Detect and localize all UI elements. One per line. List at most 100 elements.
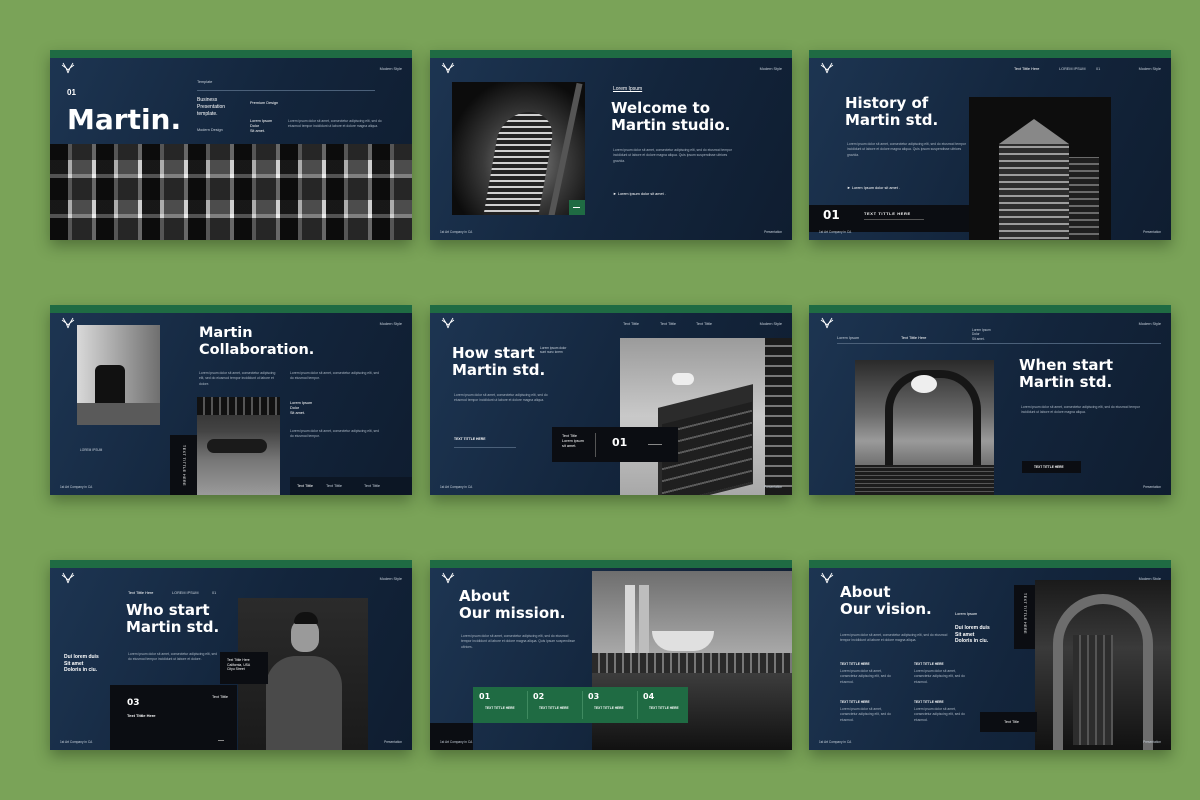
tab-2[interactable]: Text Tittle <box>326 484 342 489</box>
slide-title: When start Martin std. <box>1019 356 1114 392</box>
footer-right: Presentation <box>384 739 402 744</box>
top-green-bar <box>50 560 412 568</box>
step-4[interactable]: 04 TEXT TITTLE HERE <box>643 692 679 710</box>
side-text: Dui lorem duis Sit amet Doloris in ciu. <box>64 654 99 673</box>
box-divider <box>595 433 596 457</box>
antler-logo-icon <box>60 62 76 74</box>
nav-item-2[interactable]: LOREM IPSUM <box>1059 67 1086 72</box>
footer-right: Presentation <box>764 229 782 234</box>
step-3[interactable]: 03 TEXT TITTLE HERE <box>588 692 624 710</box>
nav-item-3[interactable]: 01 <box>212 591 216 596</box>
arrow-icon <box>648 444 662 445</box>
slide-collaboration[interactable]: Modern Style Martin Collaboration. Lorem… <box>50 305 412 495</box>
nav-item-2[interactable]: Text Tittle <box>660 322 676 327</box>
item-title: TEXT TITTLE HERE <box>914 662 944 666</box>
step-title: TEXT TITTLE HERE <box>485 706 515 711</box>
slide-title: About Our mission. <box>459 587 566 623</box>
lorem-ipsum-label: LOREM IPSUM <box>80 448 103 452</box>
box-lines: Text Title Lorem ipsum sit amet. <box>562 434 584 449</box>
card-lines: Text Tittle Here California, USA Cityu S… <box>227 658 251 672</box>
body-paragraph: Lorem ipsum dolor sit amet, consectetur … <box>847 142 966 157</box>
antler-logo-icon <box>819 62 835 74</box>
tower-photo <box>452 82 585 215</box>
box-right: Text Tittle <box>212 695 229 699</box>
step-title: TEXT TITTLE HERE <box>594 706 624 711</box>
boots-photo <box>77 325 160 425</box>
tab-1[interactable]: Text Tittle <box>297 484 313 489</box>
nav-item-1[interactable]: Text Tittle <box>623 322 639 327</box>
antler-logo-icon <box>819 317 835 329</box>
text-title-box: Text Title <box>980 712 1037 732</box>
top-green-bar <box>809 50 1171 58</box>
nav-item-1[interactable]: Text Tittle Here <box>1014 67 1039 72</box>
slide-cover[interactable]: Modern Style 01 Martin. Template Busines… <box>50 50 412 240</box>
footer-right: Presentation <box>764 484 782 489</box>
item-title: TEXT TITTLE HERE <box>840 700 870 704</box>
nav-item-1[interactable]: Text Tittle Here <box>128 591 153 596</box>
nav-item-3[interactable]: Lorem Ipsum Dolor Sit amet. <box>972 328 991 341</box>
arrow-icon <box>218 740 224 741</box>
footer-left: 1st Art Company in CA <box>819 739 852 744</box>
bullet-text: Lorem Ipsum dolor sit amet . <box>851 186 900 190</box>
item-title: TEXT TITTLE HERE <box>914 700 944 704</box>
antler-logo-icon <box>819 572 835 584</box>
top-green-bar <box>50 50 412 58</box>
style-label: Modern Style <box>379 67 402 71</box>
style-label: Modern Style <box>759 322 782 326</box>
tab-3[interactable]: Text Tittle <box>364 484 380 489</box>
slide-vision[interactable]: Modern Style About Our vision. Lorem Ips… <box>809 560 1171 750</box>
corner-block <box>430 723 473 750</box>
style-label: Modern Style <box>1138 322 1161 326</box>
antler-logo-icon <box>60 572 76 584</box>
slide-mission[interactable]: About Our mission. Lorem ipsum dolor sit… <box>430 560 792 750</box>
top-green-bar <box>430 50 792 58</box>
body-paragraph: Lorem ipsum dolor sit amet, consectetur … <box>128 652 217 662</box>
step-2[interactable]: 02 TEXT TITTLE HERE <box>533 692 569 710</box>
divider <box>197 90 375 91</box>
slide-who-start[interactable]: Text Tittle Here LOREM IPSUM 01 Modern S… <box>50 560 412 750</box>
kicker: Lorem Ipsum <box>955 612 978 616</box>
nav-item-1[interactable]: Lorem Ipsum <box>837 336 859 341</box>
slide-when-start[interactable]: Lorem Ipsum Text Tittle Here Lorem Ipsum… <box>809 305 1171 495</box>
lorem-lines: Lorem Ipsum Dolor Sit amet. <box>250 119 273 134</box>
step-divider <box>637 691 638 719</box>
step-1[interactable]: 01 TEXT TITTLE HERE <box>479 692 515 710</box>
nav-item-2[interactable]: LOREM IPSUM <box>172 591 199 596</box>
antler-logo-icon <box>440 317 456 329</box>
box-number: 01 <box>823 208 840 222</box>
slide-title: History of Martin std. <box>845 94 939 130</box>
vision-item-2: TEXT TITTLE HERE Lorem ipsum dolor sit a… <box>914 662 972 685</box>
step-number: 01 <box>479 692 491 701</box>
nav-item-3[interactable]: Text Tittle <box>696 322 712 327</box>
intro-paragraph: Lorem ipsum dolor sit amet, consectetur … <box>288 119 382 129</box>
nav-item-3[interactable]: 01 <box>1096 67 1100 72</box>
step-divider <box>582 691 583 719</box>
item-para: Lorem ipsum dolor sit amet, consectetur … <box>840 669 891 684</box>
cta-button[interactable]: TEXT TITTLE HERE <box>1022 461 1081 473</box>
style-label: Modern Style <box>1138 67 1161 71</box>
slide-welcome[interactable]: Modern Style Lorem Ipsum Welcome to Mart… <box>430 50 792 240</box>
body-paragraph-3: Lorem ipsum dolor sit amet, consectetur … <box>290 429 379 439</box>
box-number: 01 <box>612 436 628 449</box>
footer-right: Presentation <box>1143 739 1161 744</box>
body-paragraph: Lorem ipsum dolor sit amet, consectetur … <box>1021 405 1140 415</box>
number-box: 03 Text Tittle Here Text Tittle <box>110 685 237 750</box>
arch-hall-photo <box>855 360 994 495</box>
slide-how-start[interactable]: Text Tittle Text Tittle Text Tittle Mode… <box>430 305 792 495</box>
slide-history[interactable]: Text Tittle Here LOREM IPSUM 01 Modern S… <box>809 50 1171 240</box>
footer-right: Presentation <box>1143 484 1161 489</box>
number-box: 01 TEXT TITTLE HERE <box>809 205 969 232</box>
bullet-line: ► Lorem ipsum dolor sit amet . <box>613 192 666 196</box>
arrow-button[interactable] <box>569 200 585 215</box>
box-label: Text Title <box>1004 720 1019 724</box>
divider <box>454 447 516 448</box>
vision-item-3: TEXT TITTLE HERE Lorem ipsum dolor sit a… <box>840 700 898 723</box>
vertical-title: TEXT TITTLE HERE <box>1023 593 1027 635</box>
nav-item-2[interactable]: Text Tittle Here <box>901 336 926 341</box>
slide-title: Martin. <box>67 103 182 136</box>
footer-left: 1st Art Company in CA <box>819 229 852 234</box>
slide-title: Martin Collaboration. <box>199 325 315 358</box>
template-desc: Business Presentation template. <box>197 97 226 117</box>
body-paragraph: Lorem ipsum dolor sit amet, consectetur … <box>840 633 948 643</box>
item-para: Lorem ipsum dolor sit amet, consectetur … <box>914 707 965 722</box>
